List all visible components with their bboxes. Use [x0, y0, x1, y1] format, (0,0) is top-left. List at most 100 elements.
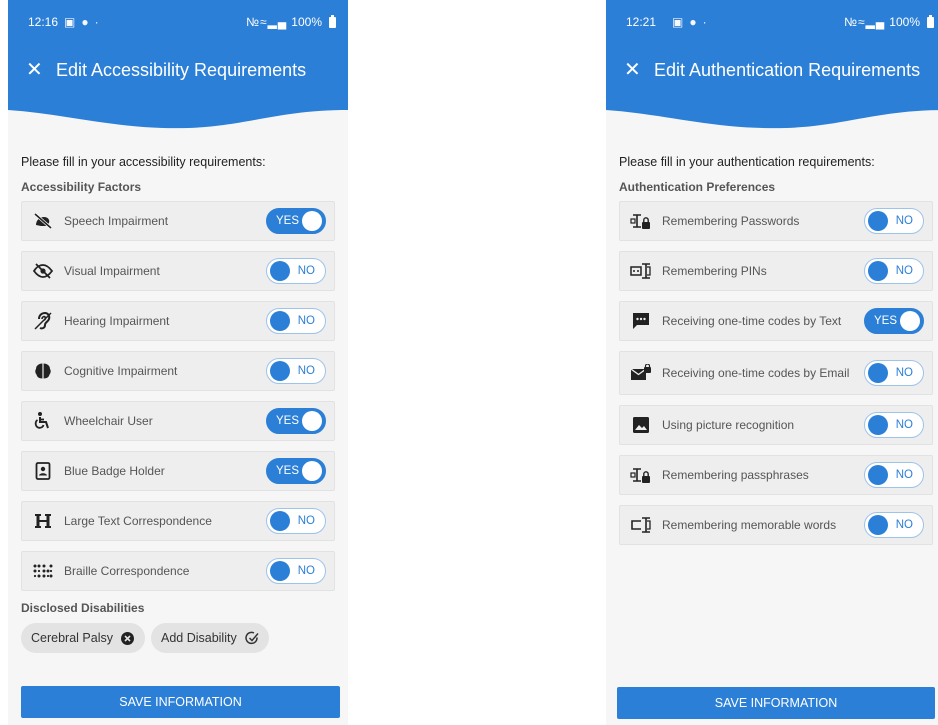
toggle-switch[interactable]: YES	[266, 408, 326, 434]
page-title: Edit Authentication Requirements	[654, 59, 921, 80]
add-disability-chip[interactable]: Add Disability	[150, 623, 269, 653]
item-label: Remembering passphrases	[662, 467, 809, 482]
close-icon[interactable]: ✕	[624, 60, 641, 80]
authentication-screen: 12:21 ▣ ● · №≈▂▄ 100% ✕ Edit Authenticat…	[606, 0, 938, 725]
section-title: Accessibility Factors	[21, 180, 142, 194]
badge-icon	[32, 460, 54, 482]
list-item: Remembering passphrases NO	[619, 455, 933, 495]
list-item: Remembering PINs NO	[619, 251, 933, 291]
header-wave	[8, 96, 348, 129]
toggle-knob	[270, 311, 290, 331]
toggle-switch[interactable]: NO	[864, 208, 924, 234]
location-icon: ●	[689, 15, 697, 29]
passphrase-lock-icon	[630, 464, 652, 486]
brain-icon	[32, 360, 54, 382]
list-item: Hearing Impairment NO	[21, 301, 335, 341]
toggle-knob	[302, 411, 322, 431]
toggle-switch[interactable]: NO	[266, 558, 326, 584]
toggle-label: YES	[276, 465, 300, 477]
toggle-knob	[868, 415, 888, 435]
toggle-switch[interactable]: YES	[266, 458, 326, 484]
toggle-knob	[900, 311, 920, 331]
item-label: Braille Correspondence	[64, 563, 190, 578]
item-label: Speech Impairment	[64, 213, 169, 228]
app-bar: ✕ Edit Accessibility Requirements	[8, 44, 348, 96]
toggle-switch[interactable]: YES	[266, 208, 326, 234]
large-text-icon	[32, 510, 54, 532]
close-icon[interactable]: ✕	[26, 60, 43, 80]
item-label: Blue Badge Holder	[64, 463, 165, 478]
dot-icon: ·	[702, 15, 707, 29]
toggle-label: NO	[895, 215, 913, 227]
list-item: Receiving one-time codes by Text YES	[619, 301, 933, 341]
status-time: 12:21	[626, 15, 657, 29]
battery-percent: 100%	[291, 15, 322, 29]
toggle-switch[interactable]: NO	[864, 258, 924, 284]
toggle-label: NO	[895, 265, 913, 277]
pin-field-icon	[630, 260, 652, 282]
toggle-knob	[270, 261, 290, 281]
toggle-switch[interactable]: NO	[266, 358, 326, 384]
sms-icon	[630, 310, 652, 332]
toggle-switch[interactable]: NO	[864, 360, 924, 386]
save-button[interactable]: SAVE INFORMATION	[617, 687, 935, 719]
toggle-knob	[868, 515, 888, 535]
toggle-knob	[270, 511, 290, 531]
toggle-label: NO	[297, 315, 315, 327]
section-title: Authentication Preferences	[619, 180, 776, 194]
toggle-switch[interactable]: NO	[864, 412, 924, 438]
battery-icon	[329, 14, 336, 28]
gallery-icon: ▣	[64, 15, 76, 29]
chip-label: Add Disability	[160, 631, 237, 645]
disclosed-disabilities-title: Disclosed Disabilities	[21, 601, 145, 615]
list-item: Blue Badge Holder YES	[21, 451, 335, 491]
item-label: Using picture recognition	[662, 417, 795, 432]
item-label: Cognitive Impairment	[64, 363, 178, 378]
list-item: Remembering memorable words NO	[619, 505, 933, 545]
status-time: 12:16	[28, 15, 59, 29]
toggle-switch[interactable]: NO	[266, 308, 326, 334]
add-check-icon	[244, 631, 259, 645]
visual-impairment-icon	[32, 260, 54, 282]
text-cursor-icon	[630, 514, 652, 536]
disability-chip[interactable]: Cerebral Palsy	[21, 623, 145, 653]
toggle-label: NO	[297, 565, 315, 577]
remove-icon[interactable]	[121, 631, 135, 645]
image-icon	[630, 414, 652, 436]
list-item: Speech Impairment YES	[21, 201, 335, 241]
toggle-knob	[270, 361, 290, 381]
save-button[interactable]: SAVE INFORMATION	[21, 686, 340, 718]
toggle-switch[interactable]: NO	[266, 258, 326, 284]
braille-icon	[32, 560, 54, 582]
item-label: Hearing Impairment	[64, 313, 170, 328]
toggle-label: NO	[895, 419, 913, 431]
intro-text: Please fill in your accessibility requir…	[21, 155, 266, 169]
toggle-switch[interactable]: NO	[864, 462, 924, 488]
item-label: Large Text Correspondence	[64, 513, 212, 528]
dot-icon: ·	[94, 15, 99, 29]
signal-icon: №≈▂▄	[246, 15, 288, 29]
disability-chips: Cerebral Palsy Add Disability	[21, 623, 335, 653]
toggle-label: NO	[297, 365, 315, 377]
list-item: Visual Impairment NO	[21, 251, 335, 291]
toggle-switch[interactable]: NO	[266, 508, 326, 534]
toggle-switch[interactable]: YES	[864, 308, 924, 334]
accessibility-screen: 12:16 ▣ ● · №≈▂▄ 100% ✕ Edit Accessibili…	[8, 0, 348, 725]
wheelchair-icon	[32, 410, 54, 432]
toggle-switch[interactable]: NO	[864, 512, 924, 538]
battery-icon	[927, 14, 934, 28]
location-icon: ●	[81, 15, 89, 29]
toggle-label: YES	[276, 215, 300, 227]
toggle-label: NO	[895, 519, 913, 531]
item-label: Remembering memorable words	[662, 517, 837, 532]
list-item: Wheelchair User YES	[21, 401, 335, 441]
toggle-knob	[868, 211, 888, 231]
email-lock-icon	[630, 362, 652, 384]
list-item: Braille Correspondence NO	[21, 551, 335, 591]
password-lock-icon	[630, 210, 652, 232]
toggle-label: NO	[297, 515, 315, 527]
speech-impairment-icon	[32, 210, 54, 232]
toggle-label: YES	[276, 415, 300, 427]
page-title: Edit Accessibility Requirements	[56, 59, 307, 80]
gallery-icon: ▣	[672, 15, 684, 29]
